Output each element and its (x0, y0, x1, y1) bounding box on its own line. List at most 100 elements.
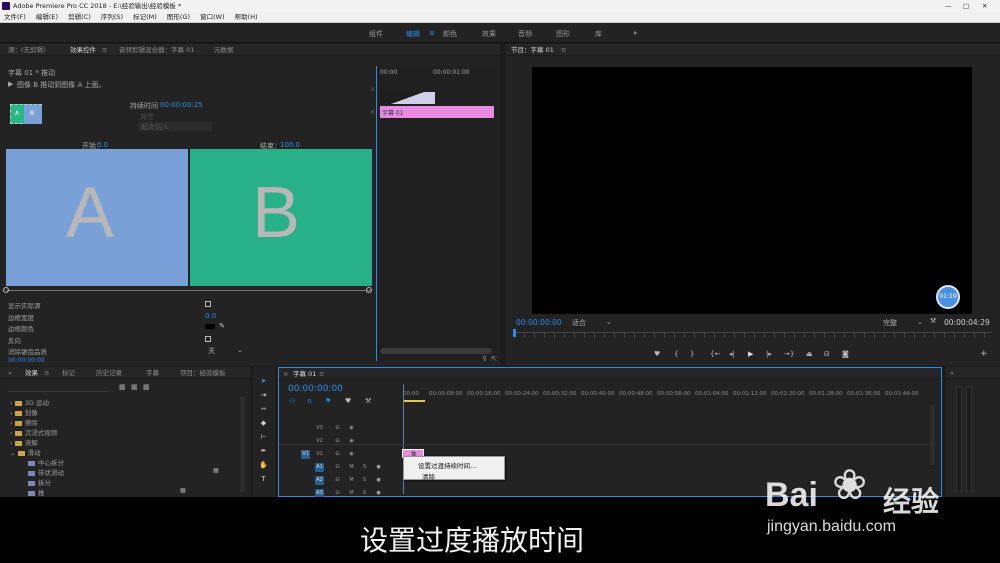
menu-edit[interactable]: 编辑(E) (36, 13, 58, 21)
sequence-timecode[interactable]: 00:00:00:00 (288, 384, 343, 394)
track-name[interactable]: A2 (315, 476, 324, 485)
solo-icon[interactable]: S (360, 463, 369, 472)
type-tool-icon[interactable]: T (259, 475, 268, 484)
menu-clip[interactable]: 剪辑(C) (68, 13, 91, 21)
tab-sequence[interactable]: 字幕 01 (293, 368, 316, 380)
tab-markers[interactable]: 标记 (62, 367, 75, 379)
razor-tool-icon[interactable]: ◆ (259, 419, 268, 428)
program-timecode[interactable]: 00:00:00:00 (516, 318, 562, 327)
nest-icon[interactable]: ⚇ (289, 397, 295, 405)
export-icon[interactable]: ⇱ (491, 355, 497, 363)
start-slider-handle[interactable] (3, 287, 9, 293)
button-editor-icon[interactable]: + (980, 349, 988, 359)
tree-immersive-video[interactable]: › 沉浸式视频 (10, 427, 57, 437)
tab-audio-mixer[interactable]: 音频剪辑混合器：字幕 01 (119, 44, 194, 56)
workspace-menu-icon[interactable]: ≡ (429, 29, 435, 37)
tree-iris[interactable]: › 划像 (10, 407, 38, 417)
tree-center-split[interactable]: 中心拆分 (28, 457, 64, 467)
program-time-ruler[interactable] (514, 332, 992, 338)
start-value[interactable]: 0.0 (97, 141, 108, 149)
lift-icon[interactable]: ⏏ (806, 350, 813, 358)
step-forward-icon[interactable]: |▸ (766, 350, 772, 358)
anti-aliasing-dropdown[interactable]: 关 ⌄ (205, 346, 245, 355)
workspace-graphics[interactable]: 图形 (556, 29, 570, 39)
reverse-checkbox[interactable] (205, 336, 211, 342)
tab-captions[interactable]: 字幕 (146, 367, 159, 379)
program-playhead-icon[interactable] (513, 329, 516, 337)
end-value[interactable]: 100.0 (280, 141, 300, 149)
mute-icon[interactable]: M (347, 463, 356, 472)
project-scrollbar[interactable] (240, 397, 245, 492)
accelerated-effects-icon[interactable]: ▦ (119, 383, 126, 391)
workspace-libraries[interactable]: 库 (595, 29, 602, 39)
sync-lock-icon[interactable]: ⊟ (333, 437, 342, 446)
tree-push[interactable]: 推 (28, 487, 45, 497)
track-name[interactable]: V1 (315, 450, 324, 459)
menu-markers[interactable]: 标记(M) (133, 13, 157, 21)
quality-dropdown[interactable]: 完整 ⌄ (881, 318, 925, 327)
menu-item-clear[interactable]: 清除 (422, 471, 435, 481)
project-expand-icon[interactable]: » (8, 367, 12, 379)
sync-lock-icon[interactable]: ⊟ (333, 476, 342, 485)
solo-icon[interactable]: S (360, 476, 369, 485)
menu-graphics[interactable]: 图形(G) (167, 13, 190, 21)
ripple-edit-tool-icon[interactable]: ⇿ (259, 405, 268, 414)
tab-menu-icon[interactable]: ≡ (102, 44, 107, 56)
menu-help[interactable]: 帮助(H) (235, 13, 258, 21)
go-to-in-icon[interactable]: {← (710, 350, 720, 358)
tab-effects-menu-icon[interactable]: ≡ (44, 367, 49, 379)
add-marker-icon[interactable]: ♥ (654, 350, 660, 358)
menu-file[interactable]: 文件(F) (4, 13, 26, 21)
hand-tool-icon[interactable]: ✋ (259, 461, 268, 470)
slip-tool-icon[interactable]: ⊢ (259, 433, 268, 442)
effects-search-input[interactable] (8, 384, 108, 392)
audio-meters-expand-icon[interactable]: » (950, 367, 954, 379)
show-actual-sources-checkbox[interactable] (205, 301, 211, 307)
expand-arrow-icon[interactable]: ▶ (8, 80, 13, 88)
mic-icon[interactable]: ● (374, 463, 383, 472)
wrench-icon[interactable]: ⚒ (930, 317, 936, 325)
workspace-color[interactable]: 颜色 (443, 29, 457, 39)
selection-tool-icon[interactable]: ➤ (259, 377, 268, 386)
timeline-settings-icon[interactable]: ⚒ (365, 397, 371, 405)
mute-icon[interactable]: M (347, 476, 356, 485)
workspace-more-icon[interactable]: » (633, 29, 637, 37)
track-name[interactable]: A1 (315, 463, 324, 472)
track-select-tool-icon[interactable]: ⇥ (259, 391, 268, 400)
menu-window[interactable]: 窗口(W) (200, 13, 225, 21)
tab-history[interactable]: 历史记录 (96, 367, 122, 379)
align-dropdown[interactable]: 起点切入 (138, 122, 212, 131)
sequence-ruler[interactable]: 00:00 00:00:08:00 00:00:16:00 00:00:24:0… (401, 388, 931, 404)
menu-item-set-transition-duration[interactable]: 设置过渡持续时间... (418, 460, 476, 470)
fit-dropdown[interactable]: 适合 ⌄ (570, 318, 614, 327)
tree-dissolve[interactable]: › 溶解 (10, 437, 38, 447)
track-name[interactable]: V2 (315, 437, 324, 446)
menu-sequence[interactable]: 序列(S) (101, 13, 123, 21)
effect-controls-timecode[interactable]: 00:00:00:00 (8, 357, 45, 364)
eye-icon[interactable]: ◉ (347, 437, 356, 446)
tab-metadata[interactable]: 元数据 (214, 44, 234, 56)
eye-icon[interactable]: ◉ (347, 424, 356, 433)
mic-icon[interactable]: ● (374, 476, 383, 485)
eyedropper-icon[interactable]: ✎ (219, 322, 225, 330)
tab-source[interactable]: 源：(无剪辑) (8, 44, 46, 56)
track-name[interactable]: V3 (315, 424, 324, 433)
maximize-button[interactable]: □ (963, 0, 969, 12)
sync-lock-icon[interactable]: ⊟ (333, 450, 342, 459)
filter-icon[interactable]: ⊽ (482, 355, 487, 363)
sync-lock-icon[interactable]: ⊟ (333, 463, 342, 472)
step-back-icon[interactable]: ◂| (729, 350, 735, 358)
tab-effects[interactable]: 效果 (25, 367, 38, 379)
snap-icon[interactable]: ∩ (307, 397, 312, 405)
mark-in-icon[interactable]: { (674, 350, 678, 358)
eye-icon[interactable]: ◉ (347, 450, 356, 459)
linked-selection-icon[interactable]: ⚑ (325, 397, 331, 405)
workspace-assembly[interactable]: 组件 (369, 29, 383, 39)
sync-lock-icon[interactable]: ⊟ (333, 424, 342, 433)
work-area-bar[interactable] (403, 400, 425, 402)
border-width-value[interactable]: 0.0 (205, 312, 216, 320)
workspace-audio[interactable]: 音频 (518, 29, 532, 39)
mark-out-icon[interactable]: } (690, 350, 694, 358)
export-frame-icon[interactable]: ◙ (842, 350, 849, 358)
tree-3d-motion[interactable]: › 3D 运动 (10, 397, 49, 407)
